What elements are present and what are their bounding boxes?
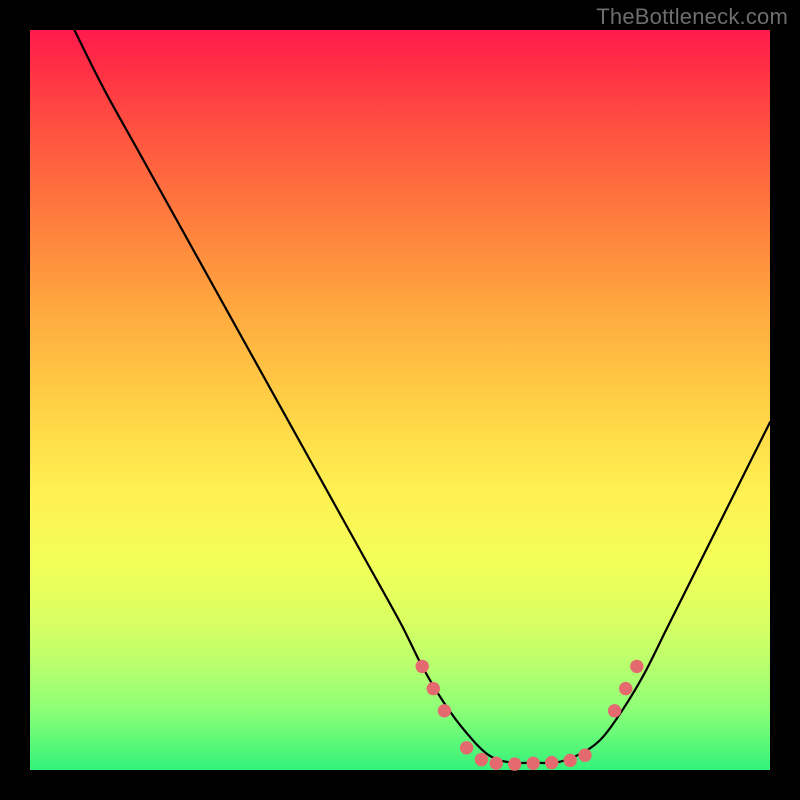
chart-frame: TheBottleneck.com: [0, 0, 800, 800]
curve-marker: [416, 660, 429, 673]
curve-marker: [545, 756, 558, 769]
curve-marker: [527, 757, 540, 770]
curve-marker: [619, 682, 632, 695]
curve-marker: [578, 749, 591, 762]
curve-marker: [475, 753, 488, 766]
curve-marker: [608, 704, 621, 717]
curve-marker: [490, 757, 503, 770]
curve-marker: [564, 754, 577, 767]
chart-svg: [30, 30, 770, 770]
bottleneck-curve: [74, 30, 770, 763]
curve-marker: [508, 757, 521, 770]
curve-marker: [460, 741, 473, 754]
curve-marker: [630, 660, 643, 673]
watermark-text: TheBottleneck.com: [596, 4, 788, 30]
curve-markers: [416, 660, 644, 771]
curve-marker: [438, 704, 451, 717]
curve-marker: [427, 682, 440, 695]
